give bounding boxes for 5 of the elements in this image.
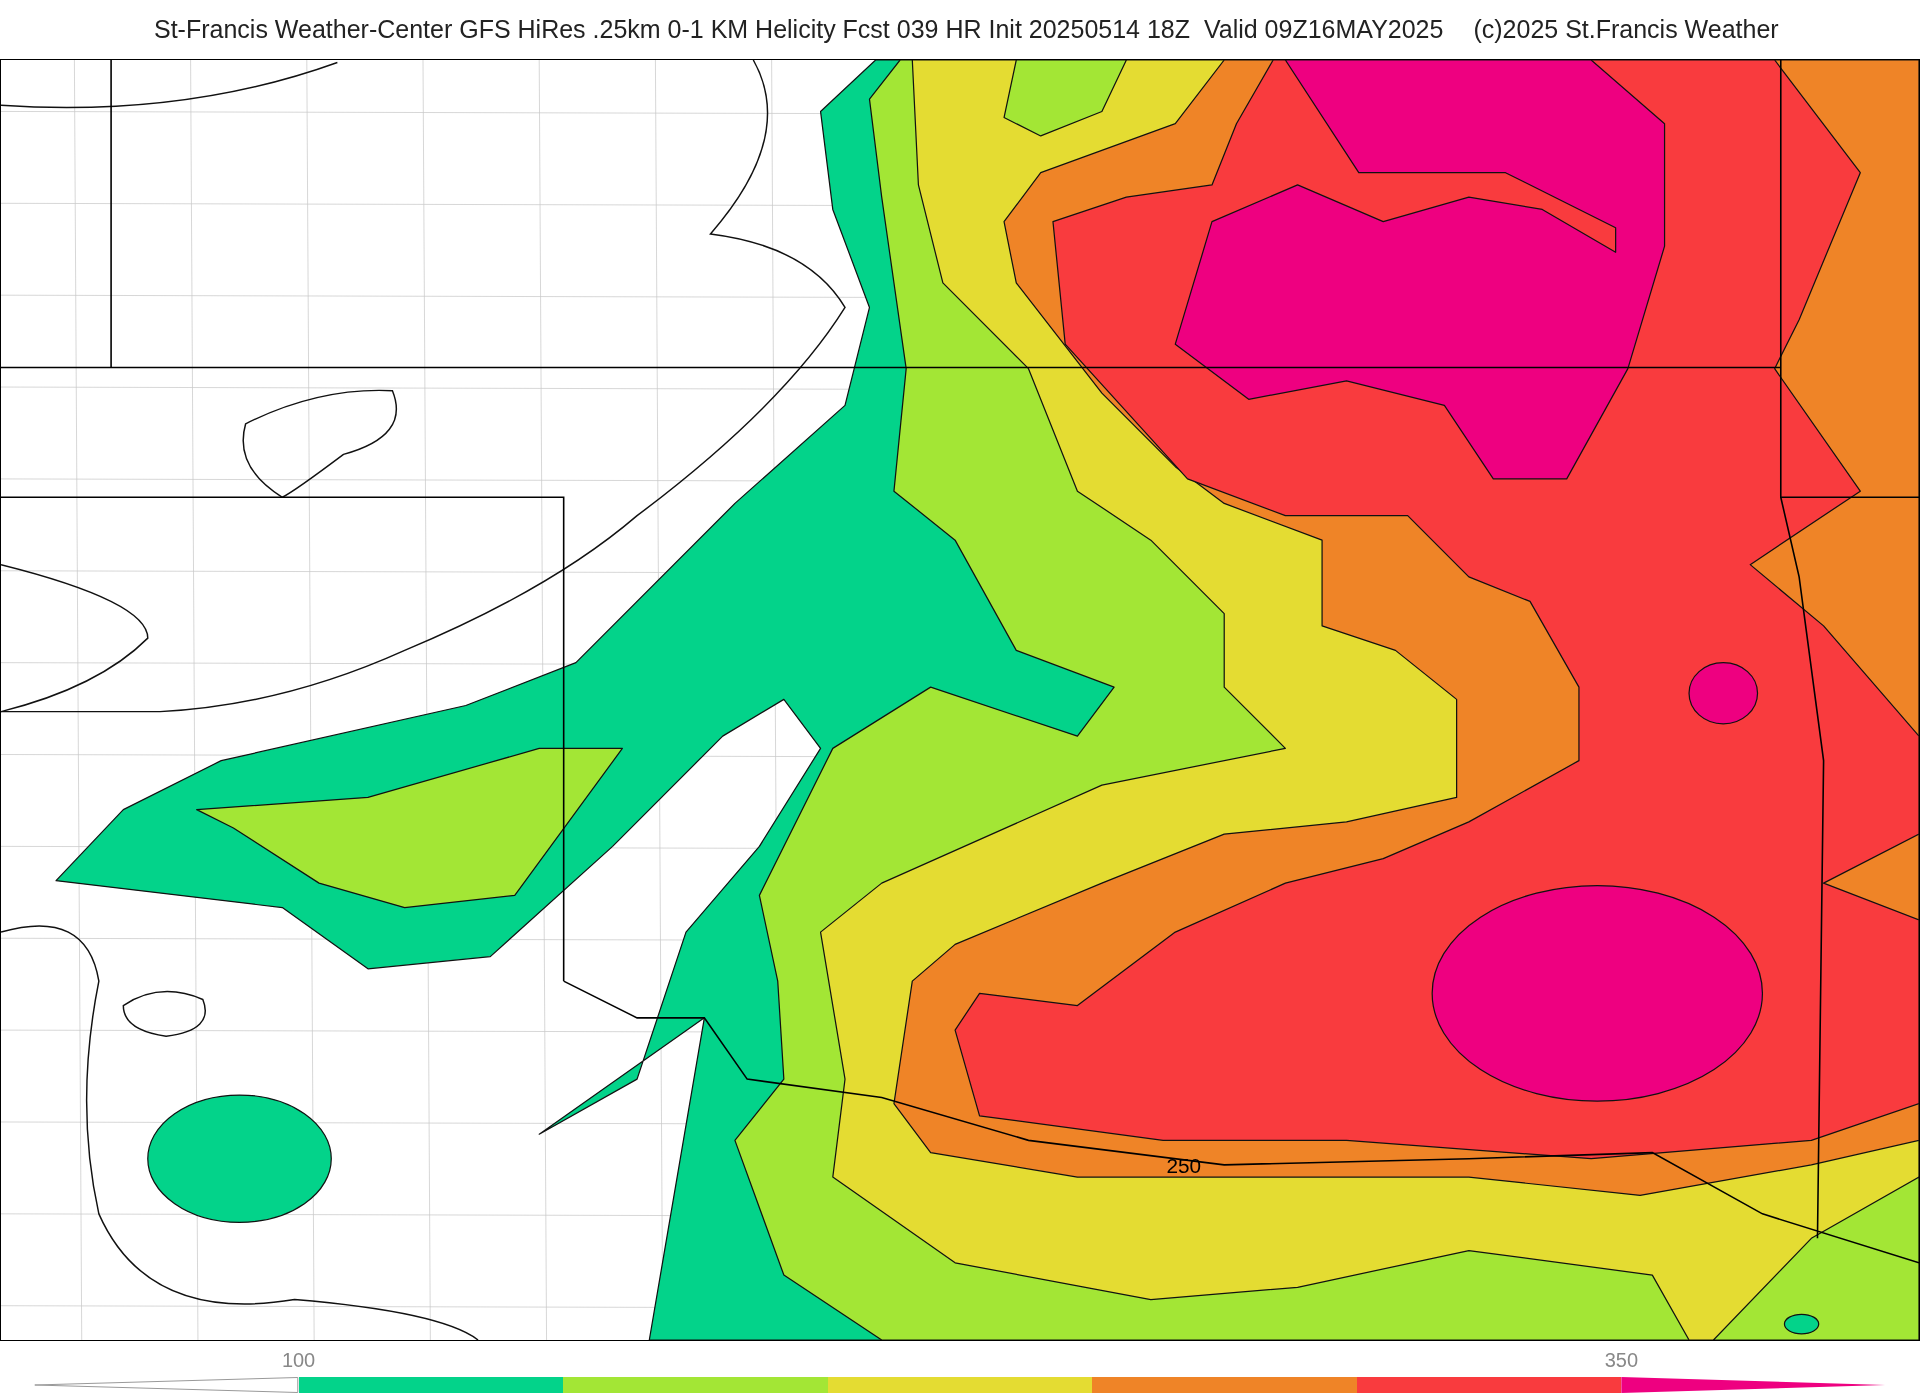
map-title: St-Francis Weather-Center GFS HiRes .25km 0-1 KM Helicity Fcst 039 HR Init 20250514 18Z Valid 09Z16MAY2025 <box>154 15 1444 44</box>
contour-label: 250 <box>1166 1154 1202 1178</box>
colorbar-tick-label: 100 <box>281 1349 316 1372</box>
colorbar-tick-label: 350 <box>1604 1349 1639 1372</box>
copyright-text: (c)2025 St.Francis Weather <box>1473 15 1779 44</box>
